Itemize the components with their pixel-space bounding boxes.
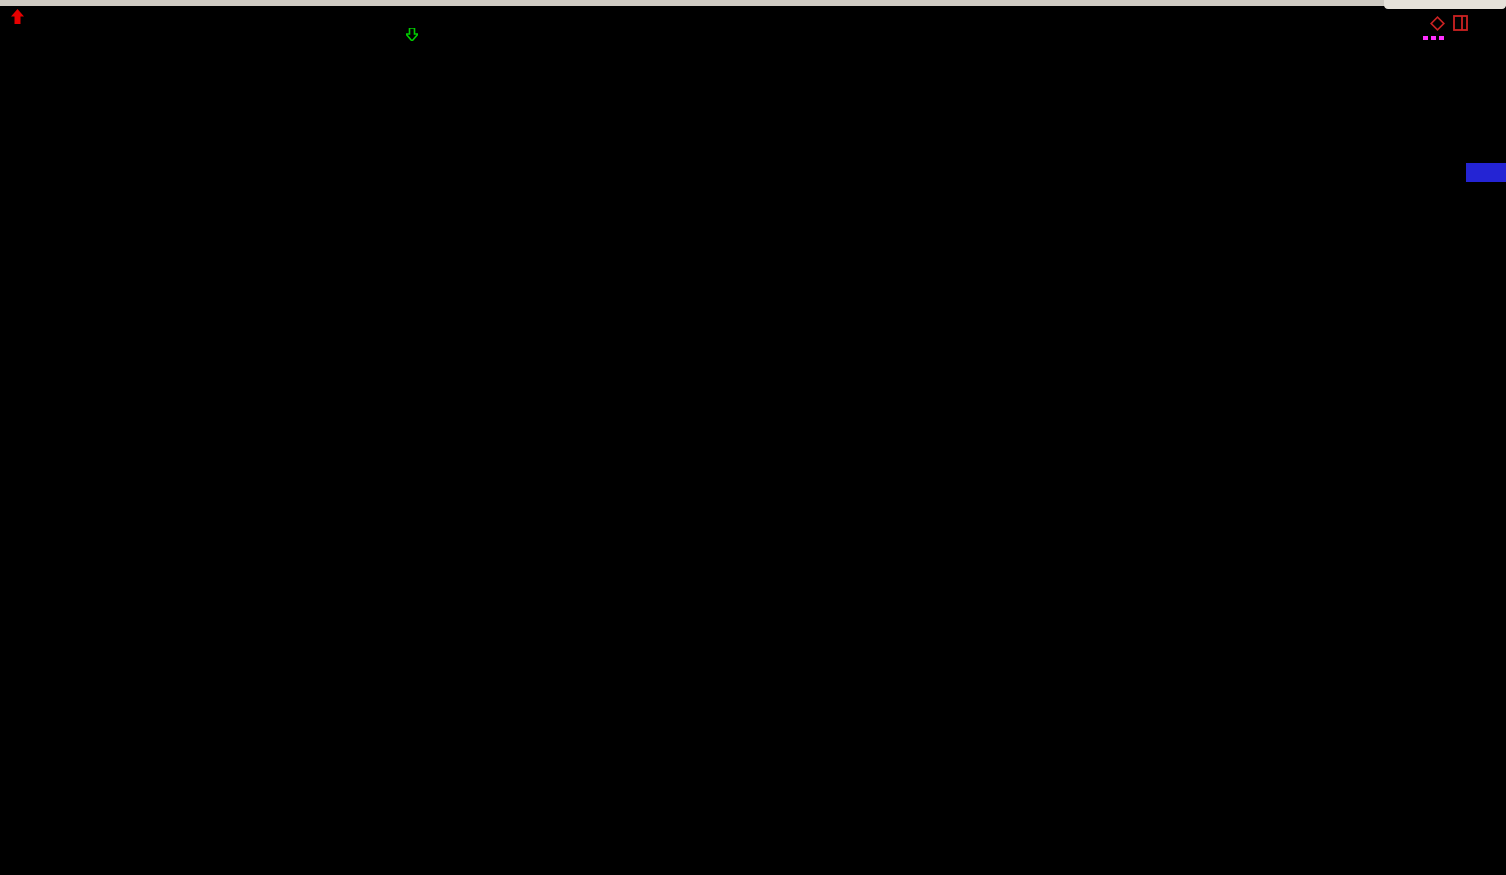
chart-canvas[interactable]	[0, 0, 1506, 875]
up-arrow-icon	[11, 9, 24, 24]
toolbar-icons	[1428, 14, 1468, 32]
more-options-icon[interactable]	[1423, 36, 1444, 40]
diamond-tool-icon[interactable]	[1428, 14, 1446, 32]
down-arrow-icon	[406, 28, 418, 41]
main-chart-header	[2, 9, 51, 24]
stock-chart-app	[0, 0, 1506, 875]
window-split-icon[interactable]	[1453, 14, 1468, 32]
peak-annotation	[404, 28, 420, 41]
price-badge	[1466, 163, 1506, 182]
